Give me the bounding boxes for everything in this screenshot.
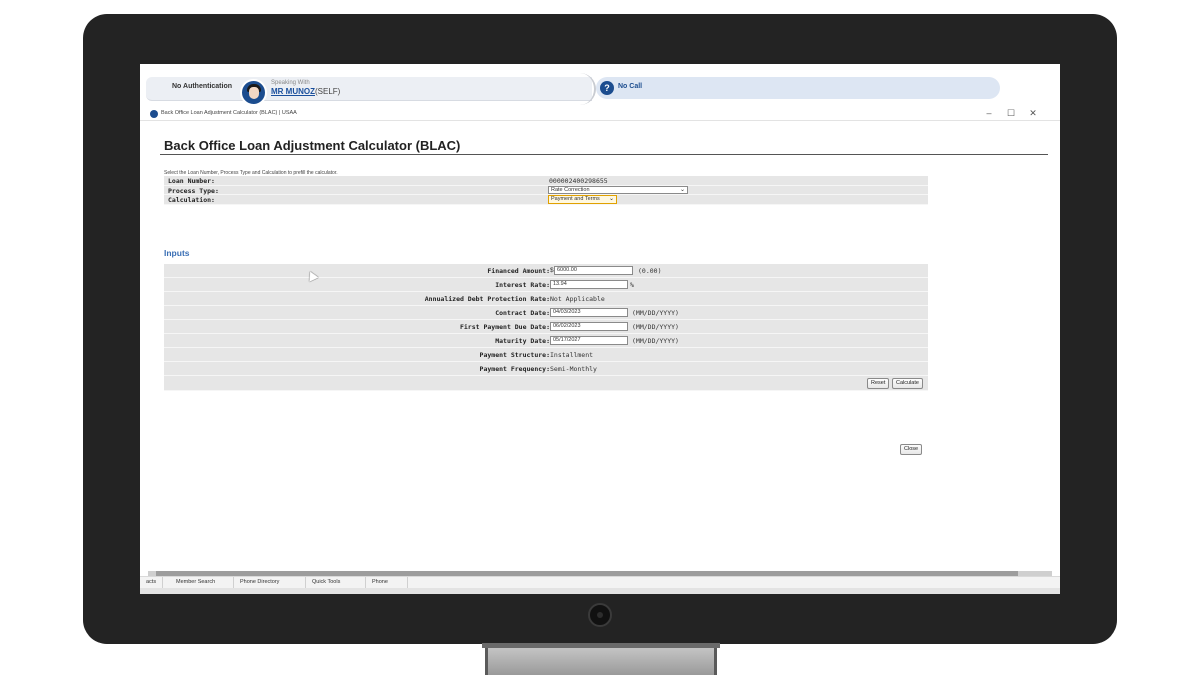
calculation-row: Calculation: Payment and Terms ⌄ (164, 195, 928, 205)
member-relation: (SELF) (315, 87, 341, 96)
process-type-selected: Rate Correction (551, 186, 590, 193)
webcam-icon (588, 603, 612, 627)
monitor-stand (485, 648, 717, 675)
title-divider (160, 154, 1048, 155)
adp-rate-label: Annualized Debt Protection Rate: (424, 295, 550, 303)
call-status-label: No Call (618, 83, 643, 90)
chevron-down-icon: ⌄ (608, 196, 614, 202)
financed-amount-suffix: (0.00) (638, 267, 662, 275)
maturity-date-input[interactable]: 05/17/2027 (550, 336, 628, 345)
minimize-button[interactable]: – (982, 108, 996, 118)
app-logo-icon (150, 110, 158, 118)
adp-rate-value: Not Applicable (550, 295, 605, 303)
call-status-pill: ? No Call (596, 77, 1000, 99)
loan-selection-table: Loan Number: 000002400298655 Process Typ… (164, 176, 928, 205)
calculation-selected: Payment and Terms (551, 196, 600, 202)
calculation-select[interactable]: Payment and Terms ⌄ (548, 195, 617, 204)
page-title: Back Office Loan Adjustment Calculator (… (164, 138, 461, 153)
financed-amount-input[interactable]: 6000.00 (554, 266, 633, 275)
interest-rate-suffix: % (630, 281, 634, 289)
contract-date-input[interactable]: 04/03/2023 (550, 308, 628, 317)
payment-structure-row: Payment Structure: Installment (164, 348, 928, 362)
reset-button[interactable]: Reset (867, 378, 890, 389)
actions-row: Reset Calculate (164, 376, 928, 391)
bottom-border (140, 588, 1060, 594)
inputs-heading: Inputs (164, 248, 190, 258)
close-button[interactable]: Close (900, 444, 923, 455)
bottom-tab-bar: acts Member Search Phone Directory Quick… (140, 576, 1060, 589)
close-window-button[interactable]: ✕ (1026, 108, 1040, 119)
inputs-table: Financed Amount: $ 6000.00 (0.00) Intere… (164, 264, 928, 391)
contract-date-label: Contract Date: (495, 309, 550, 317)
payment-structure-value: Installment (550, 351, 594, 359)
contract-date-row: Contract Date: 04/03/2023 (MM/DD/YYYY) (164, 306, 928, 320)
first-payment-input[interactable]: 06/02/2023 (550, 322, 628, 331)
loan-number-value: 000002400298655 (549, 177, 608, 185)
first-payment-format: (MM/DD/YYYY) (632, 323, 679, 331)
financed-amount-row: Financed Amount: $ 6000.00 (0.00) (164, 264, 928, 278)
chevron-down-icon: ⌄ (679, 186, 685, 193)
maximize-button[interactable]: ☐ (1004, 108, 1018, 119)
maturity-date-format: (MM/DD/YYYY) (632, 337, 679, 345)
interest-rate-input[interactable]: 13.94 (550, 280, 628, 289)
auth-status-label: No Authentication (172, 83, 233, 90)
contract-date-format: (MM/DD/YYYY) (632, 309, 679, 317)
process-type-select[interactable]: Rate Correction ⌄ (548, 185, 688, 194)
first-payment-label: First Payment Due Date: (459, 323, 550, 331)
member-name-link[interactable]: MR MUNOZ (271, 87, 315, 96)
adp-rate-row: Annualized Debt Protection Rate: Not App… (164, 292, 928, 306)
member-avatar-icon (240, 79, 267, 106)
calculate-button[interactable]: Calculate (892, 378, 923, 389)
speaking-with-label: Speaking With (271, 80, 310, 86)
process-type-row: Process Type: Rate Correction ⌄ (164, 185, 928, 195)
payment-frequency-row: Payment Frequency: Semi-Monthly (164, 362, 928, 376)
loan-number-label: Loan Number: (168, 177, 215, 185)
member-header: No Authentication Speaking With MR MUNOZ… (140, 64, 1060, 106)
auth-status-pill: No Authentication (146, 73, 596, 105)
maturity-date-label: Maturity Date: (495, 337, 550, 345)
loan-number-row: Loan Number: 000002400298655 (164, 176, 928, 186)
process-type-label: Process Type: (168, 186, 219, 195)
window-title: Back Office Loan Adjustment Calculator (… (161, 110, 297, 116)
call-help-icon: ? (600, 81, 614, 95)
payment-frequency-value: Semi-Monthly (550, 365, 597, 373)
calculation-label: Calculation: (168, 196, 215, 204)
interest-rate-row: Interest Rate: 13.94 % (164, 278, 928, 292)
interest-rate-label: Interest Rate: (495, 281, 550, 289)
maturity-date-row: Maturity Date: 05/17/2027 (MM/DD/YYYY) (164, 334, 928, 348)
financed-amount-label: Financed Amount: (487, 267, 550, 275)
payment-structure-label: Payment Structure: (479, 351, 550, 359)
payment-frequency-label: Payment Frequency: (479, 365, 550, 373)
window-titlebar: Back Office Loan Adjustment Calculator (… (140, 107, 1060, 121)
first-payment-row: First Payment Due Date: 06/02/2023 (MM/D… (164, 320, 928, 334)
screen: No Authentication Speaking With MR MUNOZ… (140, 64, 1060, 594)
